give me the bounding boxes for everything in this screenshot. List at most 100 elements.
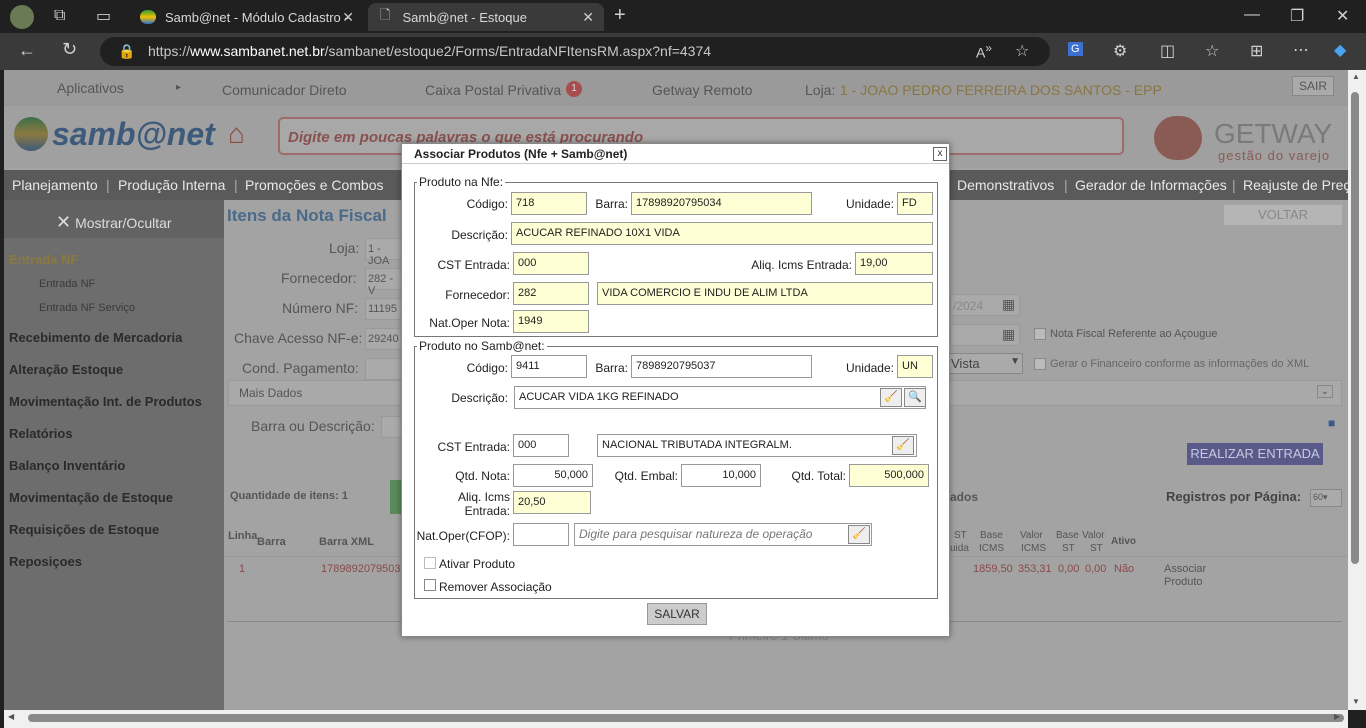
scroll-up-icon[interactable]: ▲ xyxy=(1352,72,1360,81)
gerar-financeiro-checkbox[interactable] xyxy=(1034,358,1046,370)
nfe-natoper-field[interactable]: 1949 xyxy=(513,310,589,333)
menu-demonstrativos[interactable]: Demonstrativos xyxy=(957,177,1054,193)
scroll-left-icon[interactable]: ◀ xyxy=(8,712,14,721)
sidebar-item-reposicoes[interactable]: Reposiçoes xyxy=(9,554,82,569)
copilot-icon[interactable]: ◆ xyxy=(1334,40,1346,60)
menu-promocoes[interactable]: Promoções e Combos xyxy=(245,177,384,193)
video-icon[interactable]: ■ xyxy=(1328,416,1335,430)
sidebar-item-movimentacao-int[interactable]: Movimentação Int. de Produtos xyxy=(9,394,202,409)
chave-acesso-field[interactable]: 29240 xyxy=(365,328,405,350)
nfe-codigo-field[interactable]: 718 xyxy=(511,192,587,215)
natoper-search-input[interactable]: Digite para pesquisar natureza de operaç… xyxy=(574,523,872,546)
sidebar-subitem-entrada-nf[interactable]: Entrada NF xyxy=(39,278,95,290)
favorite-star-icon[interactable]: ☆ xyxy=(1015,41,1029,61)
clear-broom-icon[interactable]: 🧹 xyxy=(892,436,914,455)
vista-select[interactable]: Vista ▼ xyxy=(948,353,1023,374)
nfe-cst-field[interactable]: 000 xyxy=(513,252,589,275)
sidebar-item-alteracao[interactable]: Alteração Estoque xyxy=(9,362,123,377)
menu-gerador[interactable]: Gerador de Informações xyxy=(1075,177,1227,193)
sam-cst-description[interactable]: NACIONAL TRIBUTADA INTEGRALM. xyxy=(597,434,917,457)
sidebar-subitem-entrada-nf-servico[interactable]: Entrada NF Serviço xyxy=(39,302,135,314)
qtd-embal-field[interactable]: 10,000 xyxy=(681,464,761,487)
nfe-fornecedor-code[interactable]: 282 xyxy=(513,282,589,305)
nfe-aliq-field[interactable]: 19,00 xyxy=(855,252,933,275)
workspaces-icon[interactable]: ⧉ xyxy=(54,7,65,25)
sam-barra-field[interactable]: 7898920795037 xyxy=(631,355,812,378)
sam-codigo-field[interactable]: 9411 xyxy=(511,355,587,378)
menu-reajuste[interactable]: Reajuste de Preço xyxy=(1243,177,1348,193)
cond-pagamento-field[interactable] xyxy=(365,358,405,380)
qtd-total-field[interactable]: 500,000 xyxy=(849,464,929,487)
associar-produto-link-line1[interactable]: Associar xyxy=(1164,563,1206,575)
clear-broom-icon[interactable]: 🧹 xyxy=(848,525,870,544)
translate-icon[interactable]: G xyxy=(1068,42,1083,56)
sidebar: ✕ Mostrar/Ocultar Entrada NF Entrada NF E… xyxy=(4,200,224,710)
caixa-postal-link[interactable]: Caixa Postal Privativa xyxy=(425,82,561,98)
voltar-button[interactable]: VOLTAR xyxy=(1224,205,1342,225)
comunicador-link[interactable]: Comunicador Direto xyxy=(222,82,347,98)
close-window-icon[interactable]: ✕ xyxy=(1336,6,1349,26)
calendar-icon[interactable]: ▦ xyxy=(1002,326,1015,343)
menu-planejamento[interactable]: Planejamento xyxy=(12,177,98,193)
sam-cst-field[interactable]: 000 xyxy=(513,434,569,457)
menu-producao[interactable]: Produção Interna xyxy=(118,177,225,193)
fornecedor-field[interactable]: 282 - V xyxy=(365,268,405,297)
scroll-right-icon[interactable]: ▶ xyxy=(1334,712,1340,721)
tab-actions-icon[interactable]: ▭ xyxy=(96,6,111,26)
logo-text: samb@net xyxy=(52,115,215,152)
scroll-down-icon[interactable]: ▼ xyxy=(1352,697,1360,706)
sam-unidade-field[interactable]: UN xyxy=(897,355,933,378)
sidebar-toggle[interactable]: ✕ Mostrar/Ocultar xyxy=(4,200,224,238)
sidebar-item-entrada-nf[interactable]: Entrada NF xyxy=(9,252,78,267)
associar-produto-link-line2[interactable]: Produto xyxy=(1164,576,1203,588)
sidebar-item-relatorios[interactable]: Relatórios xyxy=(9,426,73,441)
modal-close-button[interactable]: x xyxy=(933,147,947,161)
sidebar-item-movimentacao-estoque[interactable]: Movimentação de Estoque xyxy=(9,490,173,505)
refresh-icon[interactable]: ↻ xyxy=(62,39,77,60)
remover-associacao-checkbox[interactable] xyxy=(424,579,436,591)
clear-broom-icon[interactable]: 🧹 xyxy=(880,388,902,407)
salvar-button[interactable]: SALVAR xyxy=(647,603,707,625)
sair-button[interactable]: SAIR xyxy=(1292,76,1335,96)
numero-nf-field[interactable]: 11195 xyxy=(365,298,405,320)
more-menu-icon[interactable]: ⋯ xyxy=(1293,40,1309,60)
tab-estoque[interactable]: 🗋 Samb@net - Estoque ✕ xyxy=(368,3,604,31)
extensions-icon[interactable]: ⚙ xyxy=(1113,41,1127,61)
nfe-barra-field[interactable]: 17898920795034 xyxy=(631,192,812,215)
sidebar-item-balanco[interactable]: Balanço Inventário xyxy=(9,458,125,473)
collections-icon[interactable]: ⊞ xyxy=(1250,41,1263,61)
sidebar-item-requisicoes[interactable]: Requisições de Estoque xyxy=(9,522,159,537)
home-icon[interactable]: ⌂ xyxy=(228,118,245,150)
registros-select[interactable]: 60▾ xyxy=(1310,489,1342,507)
realizar-entrada-button[interactable]: REALIZAR ENTRADA xyxy=(1187,443,1323,465)
url-field[interactable]: 🔒 https://www.sambanet.net.br/sambanet/e… xyxy=(100,37,1050,66)
read-aloud-icon[interactable]: A» xyxy=(976,42,992,61)
qtd-nota-field[interactable]: 50,000 xyxy=(513,464,593,487)
favorites-icon[interactable]: ☆ xyxy=(1205,41,1219,61)
nfe-unidade-field[interactable]: FD xyxy=(897,192,933,215)
back-icon[interactable]: ← xyxy=(18,40,36,61)
new-tab-icon[interactable]: + xyxy=(614,4,626,27)
minimize-icon[interactable]: — xyxy=(1244,6,1260,24)
close-tab-icon[interactable]: ✕ xyxy=(342,9,354,26)
aplicativos-link[interactable]: Aplicativos xyxy=(57,80,124,96)
sidebar-item-recebimento[interactable]: Recebimento de Mercadoria xyxy=(9,330,182,345)
vertical-scroll-thumb[interactable] xyxy=(1351,92,1359,564)
acougue-checkbox[interactable] xyxy=(1034,328,1046,340)
sam-aliq-field[interactable]: 20,50 xyxy=(513,491,591,514)
search-icon[interactable]: 🔍 xyxy=(904,388,926,407)
getway-remoto-link[interactable]: Getway Remoto xyxy=(652,82,752,98)
tab-cadastro[interactable]: Samb@net - Módulo Cadastro - ✕ xyxy=(128,3,364,31)
calendar-icon[interactable]: ▦ xyxy=(1002,296,1015,313)
close-tab-icon[interactable]: ✕ xyxy=(582,9,594,26)
ativar-produto-checkbox[interactable] xyxy=(424,557,436,569)
horizontal-scroll-thumb[interactable] xyxy=(28,714,1344,722)
nfe-fornecedor-name[interactable]: VIDA COMERCIO E INDU DE ALIM LTDA xyxy=(597,282,933,305)
restore-icon[interactable]: ❐ xyxy=(1290,6,1304,26)
loja-field[interactable]: 1 - JOA xyxy=(365,238,405,267)
split-screen-icon[interactable]: ◫ xyxy=(1160,41,1175,61)
natoper-cfop-code[interactable] xyxy=(513,523,569,546)
profile-avatar[interactable] xyxy=(10,5,34,29)
sam-descricao-field[interactable]: ACUCAR VIDA 1KG REFINADO xyxy=(514,386,926,409)
nfe-descricao-field[interactable]: ACUCAR REFINADO 10X1 VIDA xyxy=(511,222,933,245)
